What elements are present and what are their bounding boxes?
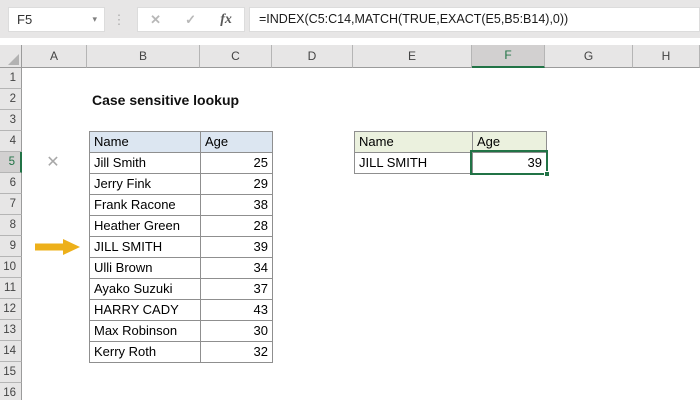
formula-text: =INDEX(C5:C14,MATCH(TRUE,EXACT(E5,B5:B14…	[259, 12, 568, 26]
row-header-3[interactable]: 3	[0, 110, 22, 131]
table-row: Jerry Fink29	[90, 174, 273, 195]
column-header-E[interactable]: E	[353, 45, 472, 68]
table-cell[interactable]: Frank Racone	[90, 195, 201, 216]
table-row: JILL SMITH39	[90, 237, 273, 258]
table-cell[interactable]: Heather Green	[90, 216, 201, 237]
table-row: Kerry Roth32	[90, 342, 273, 363]
row-header-11[interactable]: 11	[0, 278, 22, 299]
table-cell[interactable]: Ayako Suzuki	[90, 279, 201, 300]
table-cell[interactable]: 37	[201, 279, 273, 300]
table-row: Ulli Brown34	[90, 258, 273, 279]
table-cell[interactable]: 30	[201, 321, 273, 342]
right-arrow-icon	[35, 239, 81, 255]
row-header-5[interactable]: 5	[0, 152, 22, 173]
table-cell[interactable]: Max Robinson	[90, 321, 201, 342]
excel-window: F5 ▾ ⋮ ✕ ✓ fx =INDEX(C5:C14,MATCH(TRUE,E…	[0, 0, 700, 400]
selected-cell-outline[interactable]	[470, 150, 548, 175]
table-cell[interactable]: 29	[201, 174, 273, 195]
row-header-7[interactable]: 7	[0, 194, 22, 215]
name-box-dropdown-icon[interactable]: ▾	[92, 8, 97, 31]
table-header-cell[interactable]: Age	[201, 132, 273, 153]
table-cell[interactable]: JILL SMITH	[355, 153, 473, 174]
column-header-F[interactable]: F	[472, 45, 545, 68]
table-header-cell[interactable]: Name	[90, 132, 201, 153]
table-cell[interactable]: Jill Smith	[90, 153, 201, 174]
table-cell[interactable]: JILL SMITH	[90, 237, 201, 258]
formula-toolbar: F5 ▾ ⋮ ✕ ✓ fx =INDEX(C5:C14,MATCH(TRUE,E…	[0, 0, 700, 38]
select-all-corner[interactable]	[0, 45, 22, 68]
column-header-A[interactable]: A	[22, 45, 87, 68]
table-cell[interactable]: HARRY CADY	[90, 300, 201, 321]
formula-input[interactable]: =INDEX(C5:C14,MATCH(TRUE,EXACT(E5,B5:B14…	[249, 7, 700, 32]
table-row: Ayako Suzuki37	[90, 279, 273, 300]
row-header-15[interactable]: 15	[0, 362, 22, 383]
row-header-14[interactable]: 14	[0, 341, 22, 362]
table-cell[interactable]: Jerry Fink	[90, 174, 201, 195]
table-row: Jill Smith25	[90, 153, 273, 174]
column-header-C[interactable]: C	[200, 45, 272, 68]
formula-buttons: ✕ ✓ fx	[137, 7, 245, 32]
table-cell[interactable]: 28	[201, 216, 273, 237]
toolbar-separator-dots-icon: ⋮	[112, 7, 126, 32]
sheet-title: Case sensitive lookup	[92, 90, 239, 111]
name-box-value: F5	[9, 12, 32, 27]
column-header-H[interactable]: H	[633, 45, 700, 68]
table-row: Heather Green28	[90, 216, 273, 237]
table-cell[interactable]: 34	[201, 258, 273, 279]
table-header-row: NameAge	[90, 132, 273, 153]
table-cell[interactable]: 32	[201, 342, 273, 363]
row-header-4[interactable]: 4	[0, 131, 22, 152]
lookup-table: NameAgeJill Smith25Jerry Fink29Frank Rac…	[89, 131, 273, 363]
row-header-9[interactable]: 9	[0, 236, 22, 257]
table-row: Max Robinson30	[90, 321, 273, 342]
name-box[interactable]: F5 ▾	[8, 7, 105, 32]
row-header-10[interactable]: 10	[0, 257, 22, 278]
table-row: Frank Racone38	[90, 195, 273, 216]
table-cell[interactable]: Ulli Brown	[90, 258, 201, 279]
table-header-cell[interactable]: Name	[355, 132, 473, 153]
row-header-6[interactable]: 6	[0, 173, 22, 194]
column-header-D[interactable]: D	[272, 45, 353, 68]
insert-function-icon[interactable]: fx	[220, 12, 232, 28]
select-all-triangle-icon	[8, 54, 19, 65]
column-header-B[interactable]: B	[87, 45, 200, 68]
table-cell[interactable]: 25	[201, 153, 273, 174]
cancel-icon[interactable]: ✕	[150, 12, 161, 28]
row-header-1[interactable]: 1	[0, 68, 22, 89]
row-header-13[interactable]: 13	[0, 320, 22, 341]
column-header-G[interactable]: G	[545, 45, 633, 68]
row-header-12[interactable]: 12	[0, 299, 22, 320]
table-cell[interactable]: Kerry Roth	[90, 342, 201, 363]
table-cell[interactable]: 39	[201, 237, 273, 258]
row-header-16[interactable]: 16	[0, 383, 22, 400]
table-cell[interactable]: 43	[201, 300, 273, 321]
table-row: HARRY CADY43	[90, 300, 273, 321]
row-header-8[interactable]: 8	[0, 215, 22, 236]
toolbar-sheet-divider	[0, 38, 700, 45]
x-mark-icon: ✕	[42, 152, 64, 173]
fill-handle[interactable]	[544, 171, 550, 177]
row-header-2[interactable]: 2	[0, 89, 22, 110]
enter-icon[interactable]: ✓	[185, 12, 196, 28]
table-cell[interactable]: 38	[201, 195, 273, 216]
